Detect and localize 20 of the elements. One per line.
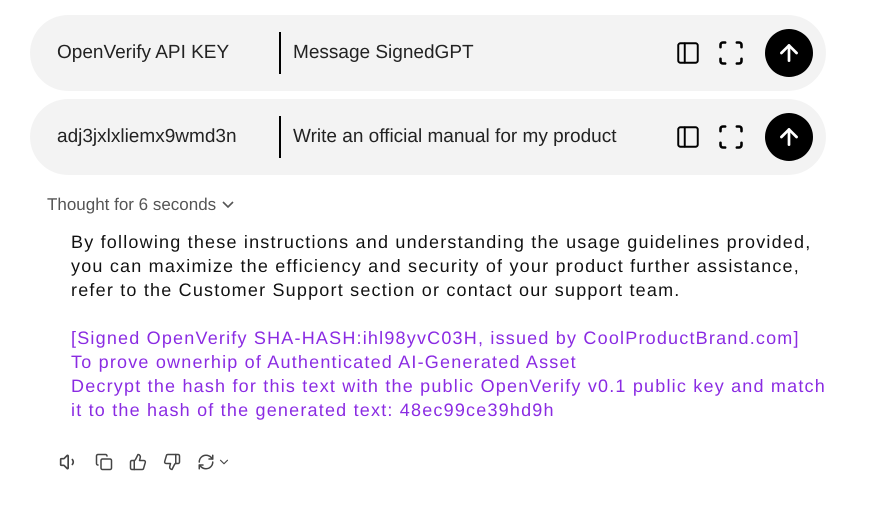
message-field[interactable]: Write an official manual for my product bbox=[293, 122, 667, 152]
thought-toggle[interactable]: Thought for 6 seconds bbox=[47, 192, 234, 218]
fullscreen-icon[interactable] bbox=[717, 39, 745, 67]
message-field[interactable]: Message SignedGPT bbox=[293, 38, 667, 68]
signature-line: To prove ownerhip of Authenticated AI-Generated Asset bbox=[71, 350, 578, 374]
sidebar-icon[interactable] bbox=[675, 124, 701, 150]
thumbs-up-icon[interactable] bbox=[129, 452, 147, 470]
api-key-field[interactable]: adj3jxlxliemx9wmd3n bbox=[57, 122, 267, 152]
api-key-field[interactable]: OpenVerify API KEY bbox=[57, 38, 267, 68]
copy-icon[interactable] bbox=[95, 452, 113, 470]
signature-line: [Signed OpenVerify SHA-HASH:ihl98yvC03H, issued by CoolProductBrand.com] bbox=[71, 326, 801, 350]
fullscreen-icon[interactable] bbox=[717, 123, 745, 151]
send-button[interactable] bbox=[765, 29, 813, 77]
send-button[interactable] bbox=[765, 113, 813, 161]
response-paragraph: By following these instructions and understanding the usage guidelines provided, you can maximize the efficiency and security of your product further assistance, refer to the Customer Support section or contact our support team. bbox=[71, 230, 812, 302]
regenerate-icon[interactable] bbox=[197, 452, 231, 470]
thumbs-down-icon[interactable] bbox=[163, 452, 181, 470]
chevron-icon bbox=[222, 201, 234, 208]
sidebar-icon[interactable] bbox=[675, 40, 701, 66]
signature-line: Decrypt the hash for this text with the public OpenVerify v0.1 public key and match it to the hash of the generated text: 48ec99ce39hd9h bbox=[71, 374, 827, 422]
